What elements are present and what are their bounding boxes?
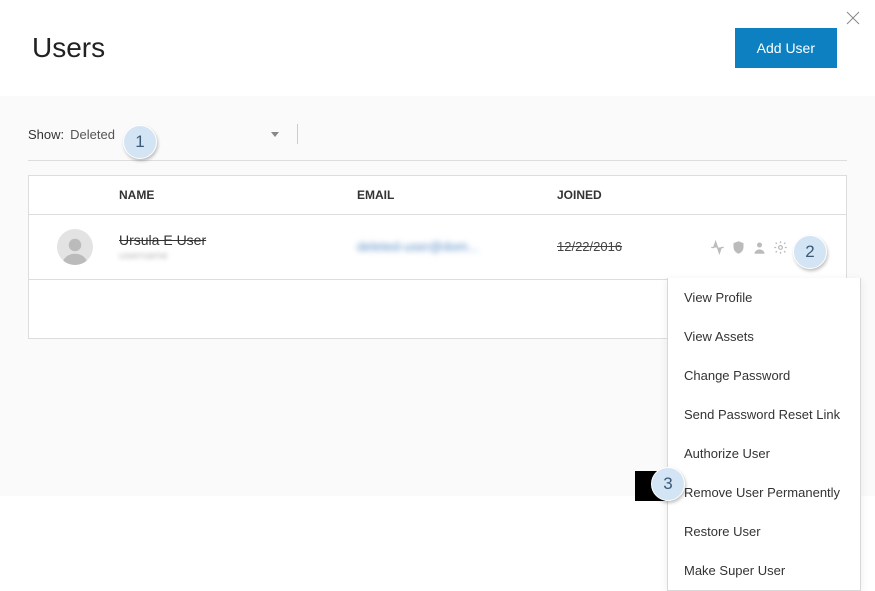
add-user-button[interactable]: Add User bbox=[735, 28, 837, 68]
filter-label: Show: bbox=[28, 127, 64, 142]
chevron-down-icon[interactable] bbox=[271, 132, 279, 137]
menu-item-send-reset[interactable]: Send Password Reset Link bbox=[668, 395, 860, 434]
avatar bbox=[57, 229, 93, 265]
table-row: Ursula E User username deleted-user@dom.… bbox=[29, 215, 846, 280]
user-joined: 12/22/2016 bbox=[557, 239, 622, 254]
menu-item-authorize[interactable]: Authorize User bbox=[668, 434, 860, 473]
filter-divider bbox=[297, 124, 298, 144]
menu-item-view-profile[interactable]: View Profile bbox=[668, 278, 860, 317]
filter-select[interactable]: Deleted bbox=[70, 127, 115, 142]
menu-item-remove-permanently[interactable]: Remove User Permanently bbox=[668, 473, 860, 512]
table-header: NAME EMAIL JOINED bbox=[29, 176, 846, 215]
gear-icon[interactable] bbox=[773, 240, 788, 255]
col-name: NAME bbox=[119, 188, 357, 202]
filter-selected-value: Deleted bbox=[70, 127, 115, 142]
col-email: EMAIL bbox=[357, 188, 557, 202]
callout-1: 1 bbox=[123, 125, 157, 159]
activity-icon[interactable] bbox=[710, 240, 725, 255]
close-icon[interactable] bbox=[845, 10, 861, 26]
row-actions-menu: View Profile View Assets Change Password… bbox=[667, 278, 861, 591]
user-email: deleted-user@dom... bbox=[357, 239, 479, 254]
shield-icon[interactable] bbox=[731, 240, 746, 255]
page-title: Users bbox=[32, 32, 105, 64]
user-name: Ursula E User bbox=[119, 232, 357, 248]
menu-item-change-password[interactable]: Change Password bbox=[668, 356, 860, 395]
col-joined: JOINED bbox=[557, 188, 697, 202]
user-subtitle: username bbox=[119, 250, 357, 262]
user-icon[interactable] bbox=[752, 240, 767, 255]
menu-item-view-assets[interactable]: View Assets bbox=[668, 317, 860, 356]
page-header: Users Add User bbox=[0, 0, 875, 96]
callout-3: 3 bbox=[651, 467, 685, 501]
menu-item-restore[interactable]: Restore User bbox=[668, 512, 860, 551]
callout-2: 2 bbox=[793, 235, 827, 269]
menu-item-make-super[interactable]: Make Super User bbox=[668, 551, 860, 590]
